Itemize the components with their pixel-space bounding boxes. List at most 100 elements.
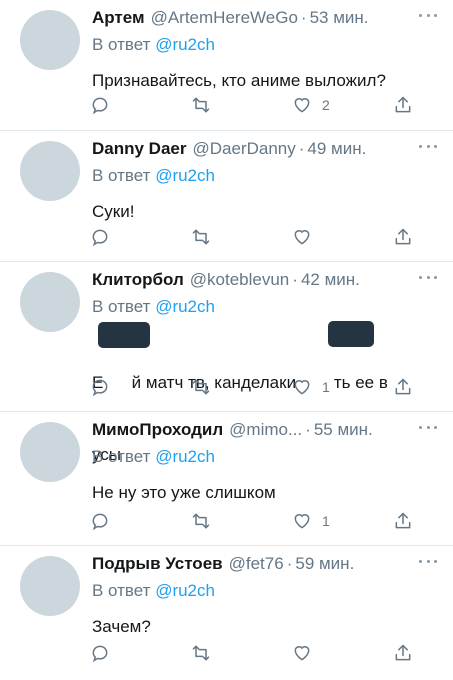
reply-button[interactable] [90,95,150,115]
reply-button[interactable] [90,377,150,397]
share-button[interactable] [393,95,413,115]
reply-mention[interactable]: @ru2ch [155,166,215,185]
avatar[interactable] [20,556,80,616]
heart-icon [294,514,310,529]
tweet-time[interactable]: 49 мин. [307,139,366,159]
heart-icon [294,646,310,661]
tweet-header: Danny Daer @DaerDanny · 49 мин. [92,139,437,163]
avatar[interactable] [20,10,80,70]
reply-mention[interactable]: @ru2ch [155,35,215,54]
more-dots-icon[interactable] [419,556,437,566]
like-button[interactable]: 1 [292,511,352,531]
tweet-text: Зачем? [92,617,151,636]
author-name[interactable]: Danny Daer [92,139,186,159]
tweet-item[interactable]: МимоПроходил @mimo... · 55 мин. В ответ … [0,412,453,546]
reply-prefix: В ответ [92,35,151,54]
separator-dot: · [300,8,307,27]
tweet-time[interactable]: 55 мин. [314,420,373,440]
author-handle[interactable]: @ArtemHereWeGo [151,8,298,28]
share-button[interactable] [393,227,413,247]
author-name[interactable]: Артем [92,8,145,28]
tweet-text: Признавайтесь, кто аниме выложил? [92,71,386,90]
comment-bubble-icon [92,513,108,531]
retweet-icon [192,513,210,529]
author-handle[interactable]: @fet76 [229,554,284,574]
like-button[interactable] [292,643,352,663]
tweet-item[interactable]: Клиторбол @koteblevun · 42 мин. В ответ … [0,262,453,464]
comment-bubble-icon [92,229,108,247]
author-name[interactable]: Клиторбол [92,270,184,290]
share-upload-icon [395,228,411,245]
author-handle[interactable]: @mimo... [229,420,302,440]
comment-bubble-icon [92,97,108,115]
tweet-actions [90,226,413,248]
retweet-icon [192,229,210,245]
reply-button[interactable] [90,227,150,247]
retweet-button[interactable] [191,377,251,397]
share-button[interactable] [393,643,413,663]
reply-button[interactable] [90,511,150,531]
avatar[interactable] [20,141,80,201]
retweet-icon [192,379,210,395]
retweet-button[interactable] [191,95,251,115]
avatar[interactable] [20,422,80,482]
tweet-content: Danny Daer @DaerDanny · 49 мин. В ответ … [92,139,437,224]
author-handle[interactable]: @DaerDanny [192,139,295,159]
replies-feed: Артем @ArtemHereWeGo · 53 мин. В ответ @… [0,0,453,680]
avatar[interactable] [20,272,80,332]
reply-prefix: В ответ [92,581,151,600]
tweet-header: Клиторбол @koteblevun · 42 мин. [92,270,437,294]
tweet-time[interactable]: 59 мин. [295,554,354,574]
like-count: 1 [322,379,330,395]
retweet-icon [192,645,210,661]
tweet-header: Артем @ArtemHereWeGo · 53 мин. [92,8,437,32]
tweet-item[interactable]: Danny Daer @DaerDanny · 49 мин. В ответ … [0,131,453,262]
more-dots-icon[interactable] [419,10,437,20]
like-count: 2 [322,97,330,113]
tweet-time[interactable]: 53 мин. [310,8,369,28]
redaction-blob [328,321,374,347]
share-upload-icon [395,378,411,395]
share-button[interactable] [393,511,413,531]
like-button[interactable]: 1 [292,377,352,397]
share-upload-icon [395,644,411,661]
tweet-header: МимоПроходил @mimo... · 55 мин. [92,420,437,444]
retweet-button[interactable] [191,227,251,247]
tweet-item[interactable]: Артем @ArtemHereWeGo · 53 мин. В ответ @… [0,0,453,131]
reply-context: В ответ @ru2ch [92,447,437,469]
tweet-header: Подрыв Устоев @fet76 · 59 мин. [92,554,437,578]
more-dots-icon[interactable] [419,422,437,432]
author-handle[interactable]: @koteblevun [190,270,290,290]
heart-icon [294,380,310,395]
more-dots-icon[interactable] [419,141,437,151]
more-dots-icon[interactable] [419,272,437,282]
tweet-time[interactable]: 42 мин. [301,270,360,290]
tweet-actions: 2 [90,94,413,116]
retweet-button[interactable] [191,643,251,663]
tweet-actions: 1 [90,510,413,532]
author-name[interactable]: Подрыв Устоев [92,554,223,574]
heart-icon [294,230,310,245]
reply-mention[interactable]: @ru2ch [155,297,215,316]
tweet-actions: 1 [90,376,413,398]
reply-button[interactable] [90,643,150,663]
comment-bubble-icon [92,379,108,397]
separator-dot: · [286,554,293,573]
reply-context: В ответ @ru2ch [92,581,437,603]
reply-context: В ответ @ru2ch [92,166,437,188]
tweet-content: МимоПроходил @mimo... · 55 мин. В ответ … [92,420,437,505]
author-name[interactable]: МимоПроходил [92,420,223,440]
like-button[interactable]: 2 [292,95,352,115]
reply-context: В ответ @ru2ch [92,297,437,319]
reply-mention[interactable]: @ru2ch [155,581,215,600]
retweet-button[interactable] [191,511,251,531]
tweet-content: Подрыв Устоев @fet76 · 59 мин. В ответ @… [92,554,437,639]
reply-mention[interactable]: @ru2ch [155,447,215,466]
tweet-item[interactable]: Подрыв Устоев @fet76 · 59 мин. В ответ @… [0,546,453,680]
share-button[interactable] [393,377,413,397]
tweet-text: Не ну это уже слишком [92,483,276,502]
reply-prefix: В ответ [92,297,151,316]
separator-dot: · [298,139,305,158]
share-upload-icon [395,96,411,113]
like-button[interactable] [292,227,352,247]
